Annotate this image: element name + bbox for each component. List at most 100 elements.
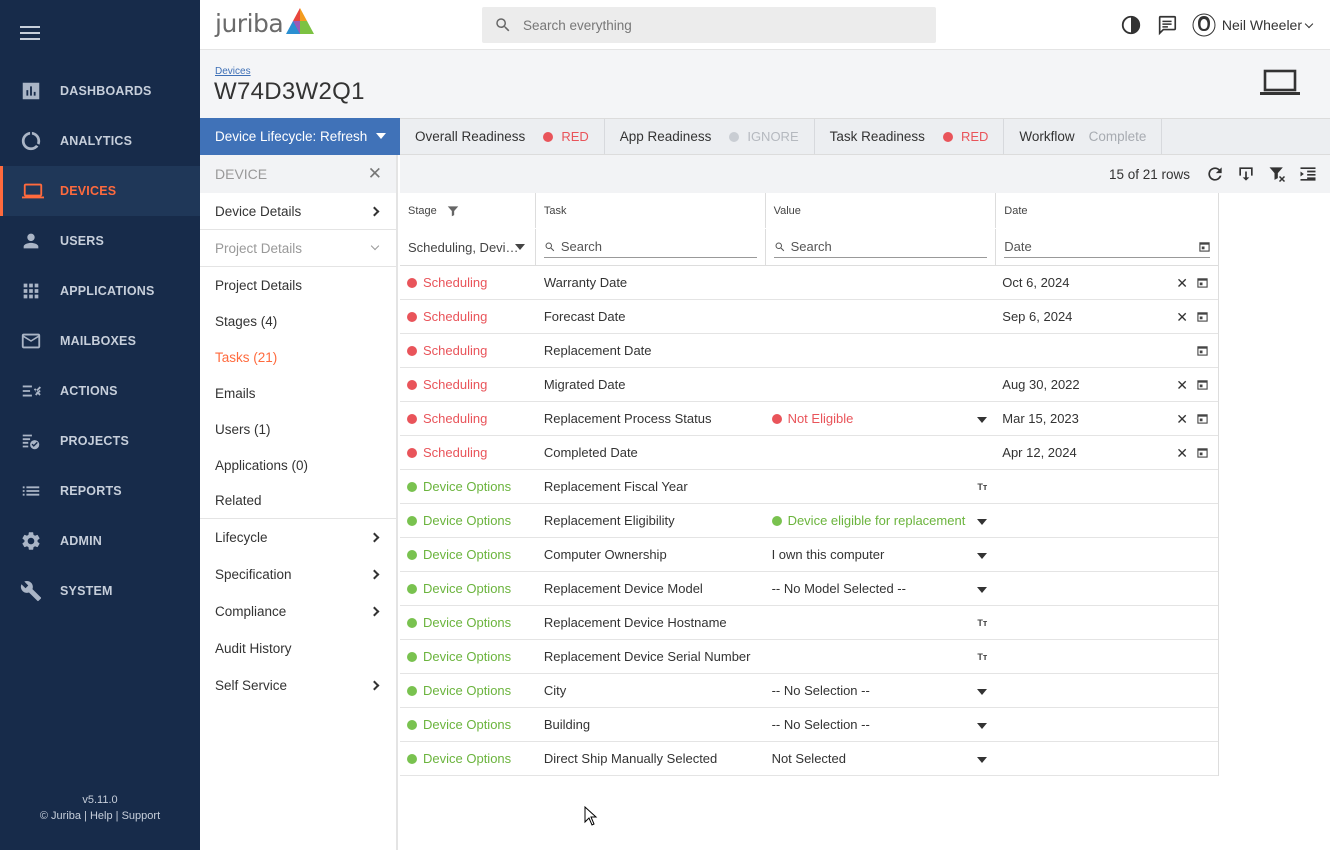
support-link[interactable]: Support	[122, 810, 161, 822]
value-cell[interactable]: -- No Selection --	[766, 708, 997, 741]
nav-item-dashboards[interactable]: DASHBOARDS	[0, 66, 200, 116]
help-link[interactable]: Help	[90, 810, 113, 822]
contrast-icon[interactable]	[1120, 14, 1142, 36]
value-cell[interactable]: -- No Model Selected --	[766, 572, 997, 605]
calendar-icon[interactable]	[1199, 241, 1210, 252]
stage-filter[interactable]: Scheduling, Devi…	[400, 229, 536, 265]
calendar-icon[interactable]	[1197, 412, 1208, 424]
nav-item-system[interactable]: SYSTEM	[0, 566, 200, 616]
clear-icon[interactable]: ✕	[1176, 275, 1188, 292]
table-row[interactable]: Device Options Direct Ship Manually Selec…	[400, 742, 1218, 776]
nav-item-projects[interactable]: PROJECTS	[0, 416, 200, 466]
side-item-audit-history[interactable]: Audit History	[200, 630, 396, 667]
value-cell[interactable]: Not Selected	[766, 742, 997, 775]
table-row[interactable]: Device Options City -- No Selection --	[400, 674, 1218, 708]
date-cell[interactable]: Aug 30, 2022 ✕	[996, 368, 1218, 401]
user-menu[interactable]: Neil Wheeler	[1192, 13, 1314, 37]
nav-item-admin[interactable]: ADMIN	[0, 516, 200, 566]
nav-item-devices[interactable]: DEVICES	[0, 166, 200, 216]
date-cell[interactable]: Oct 6, 2024 ✕	[996, 266, 1218, 299]
hamburger-menu-icon[interactable]	[20, 26, 40, 42]
side-item-related[interactable]: Related	[200, 483, 396, 519]
column-header-task[interactable]: Task	[536, 193, 766, 228]
juriba-logo[interactable]: juriba	[215, 8, 315, 38]
table-row[interactable]: Scheduling Replacement Process Status Not …	[400, 402, 1218, 436]
table-row[interactable]: Device Options Replacement Device Hostnam…	[400, 606, 1218, 640]
table-row[interactable]: Scheduling Migrated Date Aug 30, 2022 ✕	[400, 368, 1218, 402]
side-item-specification[interactable]: Specification	[200, 556, 396, 593]
search-input[interactable]	[523, 17, 903, 33]
nav-item-reports[interactable]: REPORTS	[0, 466, 200, 516]
column-toggle-icon[interactable]	[1298, 164, 1318, 184]
app-readiness[interactable]: App Readiness IGNORE	[605, 119, 815, 154]
date-cell[interactable]: Sep 6, 2024 ✕	[996, 300, 1218, 333]
side-item-compliance[interactable]: Compliance	[200, 593, 396, 630]
date-cell[interactable]	[996, 334, 1218, 367]
workflow-status[interactable]: Workflow Complete	[1004, 119, 1163, 154]
table-row[interactable]: Scheduling Forecast Date Sep 6, 2024 ✕	[400, 300, 1218, 334]
column-header-value[interactable]: Value	[766, 193, 997, 228]
date-cell[interactable]: Mar 15, 2023 ✕	[996, 402, 1218, 435]
caret-down-icon[interactable]	[977, 587, 988, 593]
caret-down-icon[interactable]	[977, 417, 988, 423]
table-row[interactable]: Scheduling Warranty Date Oct 6, 2024 ✕	[400, 266, 1218, 300]
value-cell[interactable]: Not Eligible	[766, 402, 997, 435]
clear-icon[interactable]: ✕	[1176, 377, 1188, 394]
value-cell[interactable]: Device eligible for replacement	[766, 504, 997, 537]
task-readiness[interactable]: Task Readiness RED	[815, 119, 1005, 154]
side-item-project-details[interactable]: Project Details	[200, 267, 396, 303]
value-cell[interactable]: I own this computer	[766, 538, 997, 571]
table-row[interactable]: Device Options Replacement Device Serial …	[400, 640, 1218, 674]
export-icon[interactable]	[1236, 164, 1256, 184]
text-input-icon[interactable]: Tт	[977, 618, 987, 628]
text-input-icon[interactable]: Tт	[977, 482, 987, 492]
side-item-stages[interactable]: Stages (4)	[200, 303, 396, 339]
caret-down-icon[interactable]	[977, 553, 988, 559]
nav-item-users[interactable]: USERS	[0, 216, 200, 266]
side-item-device-details[interactable]: Device Details	[200, 193, 396, 230]
clear-filter-icon[interactable]	[1267, 164, 1287, 184]
table-row[interactable]: Device Options Building -- No Selection --	[400, 708, 1218, 742]
text-input-icon[interactable]: Tт	[977, 652, 987, 662]
nav-item-mailboxes[interactable]: MAILBOXES	[0, 316, 200, 366]
lifecycle-dropdown[interactable]: Device Lifecycle: Refresh	[200, 118, 400, 155]
calendar-icon[interactable]	[1197, 446, 1208, 458]
side-item-self-service[interactable]: Self Service	[200, 667, 396, 704]
table-row[interactable]: Device Options Replacement Fiscal Year Tт	[400, 470, 1218, 504]
caret-down-icon[interactable]	[977, 723, 988, 729]
caret-down-icon[interactable]	[977, 519, 988, 525]
date-cell[interactable]: Apr 12, 2024 ✕	[996, 436, 1218, 469]
value-filter[interactable]: Search	[766, 229, 997, 265]
calendar-icon[interactable]	[1197, 344, 1208, 356]
side-item-applications[interactable]: Applications (0)	[200, 447, 396, 483]
chat-icon[interactable]	[1156, 14, 1178, 36]
task-filter[interactable]: Search	[536, 229, 766, 265]
column-header-stage[interactable]: Stage	[400, 193, 536, 228]
value-cell[interactable]: Tт	[766, 606, 997, 639]
value-cell[interactable]: Tт	[766, 640, 997, 673]
nav-item-actions[interactable]: ACTIONS	[0, 366, 200, 416]
table-row[interactable]: Device Options Replacement Eligibility Dev…	[400, 504, 1218, 538]
caret-down-icon[interactable]	[977, 689, 988, 695]
value-cell[interactable]: Tт	[766, 470, 997, 503]
filter-icon[interactable]	[446, 204, 460, 218]
column-header-date[interactable]: Date	[996, 193, 1218, 228]
clear-icon[interactable]: ✕	[1176, 445, 1188, 462]
calendar-icon[interactable]	[1197, 276, 1208, 288]
clear-icon[interactable]: ✕	[1176, 411, 1188, 428]
overall-readiness[interactable]: Overall Readiness RED	[400, 119, 605, 154]
table-row[interactable]: Device Options Replacement Device Model --…	[400, 572, 1218, 606]
clear-icon[interactable]: ✕	[1176, 309, 1188, 326]
date-filter[interactable]: Date	[996, 229, 1218, 265]
side-group-project-details[interactable]: Project Details	[200, 230, 396, 267]
refresh-icon[interactable]	[1205, 164, 1225, 184]
close-icon[interactable]: ✕	[368, 164, 382, 184]
nav-item-applications[interactable]: APPLICATIONS	[0, 266, 200, 316]
side-item-lifecycle[interactable]: Lifecycle	[200, 519, 396, 556]
side-item-users[interactable]: Users (1)	[200, 411, 396, 447]
table-row[interactable]: Device Options Computer Ownership I own th…	[400, 538, 1218, 572]
calendar-icon[interactable]	[1197, 378, 1208, 390]
table-row[interactable]: Scheduling Completed Date Apr 12, 2024 ✕	[400, 436, 1218, 470]
nav-item-analytics[interactable]: ANALYTICS	[0, 116, 200, 166]
global-search[interactable]	[482, 7, 936, 43]
